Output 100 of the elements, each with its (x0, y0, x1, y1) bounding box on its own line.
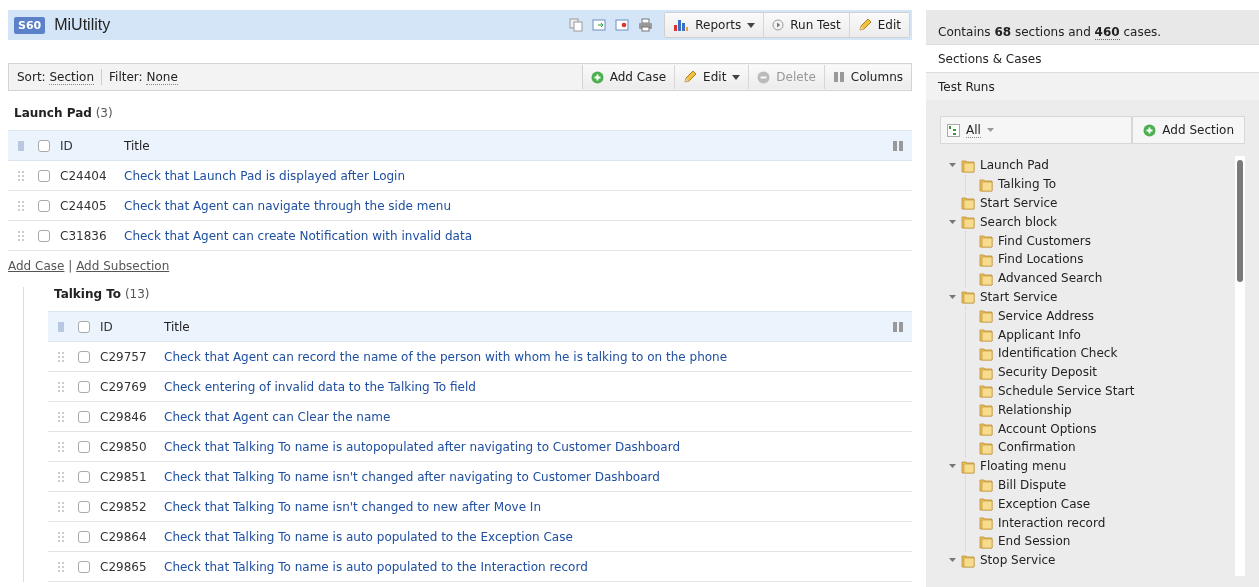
case-title-link[interactable]: Check that Agent can create Notification with invalid data (124, 228, 912, 243)
case-title-link[interactable]: Check that Talking To name isn't changed to new after Move In (164, 499, 912, 514)
tree-expanded-icon[interactable] (948, 558, 956, 563)
tree-item[interactable]: Launch Pad (980, 158, 1049, 173)
section-title: Talking To (13) (54, 287, 150, 301)
add-subsection-link[interactable]: Add Subsection (76, 259, 170, 273)
tree-item[interactable]: Interaction record (998, 515, 1106, 530)
pencil-icon (683, 70, 698, 84)
case-title-link[interactable]: Check that Agent can record the name of the person with whom he is talking to on the phone (164, 349, 912, 364)
row-checkbox[interactable] (78, 350, 90, 363)
run-test-button[interactable]: Run Test (763, 13, 849, 37)
add-case-link[interactable]: Add Case (8, 259, 65, 273)
print-icon[interactable] (638, 18, 654, 32)
tree-item[interactable]: Exception Case (998, 496, 1091, 511)
case-title-link[interactable]: Check entering of invalid data to the Talking To field (164, 379, 912, 394)
add-case-button[interactable]: Add Case (582, 65, 675, 89)
tree-item[interactable]: Stop Service (980, 553, 1056, 568)
tree-expanded-icon[interactable] (948, 219, 956, 224)
row-checkbox[interactable] (38, 199, 50, 212)
tree-item[interactable]: Find Customers (998, 233, 1091, 248)
edit-button[interactable]: Edit (674, 65, 749, 89)
tree-item[interactable]: Start Service (980, 196, 1058, 210)
row-checkbox[interactable] (78, 470, 90, 483)
case-id: C29850 (100, 439, 148, 454)
row-checkbox[interactable] (38, 229, 50, 242)
filter-label: Filter: (109, 70, 143, 84)
tree-item[interactable]: End Session (998, 534, 1071, 549)
select-all-checkbox[interactable] (38, 139, 50, 152)
plus-circle-icon (1143, 123, 1157, 137)
row-checkbox[interactable] (78, 530, 90, 543)
case-id: C29864 (100, 529, 148, 544)
case-title-link[interactable]: Check that Launch Pad is displayed after Login (124, 168, 912, 183)
copy-icon[interactable] (569, 18, 584, 32)
case-title-link[interactable]: Check that Agent can Clear the name (164, 409, 912, 424)
columns-button[interactable]: Columns (823, 65, 911, 89)
case-title-link[interactable]: Check that Talking To name is auto populated to the Interaction record (164, 559, 912, 574)
row-checkbox[interactable] (38, 169, 50, 182)
caret-icon (732, 74, 741, 80)
tree-item[interactable]: Advanced Search (998, 271, 1103, 286)
case-id: C29865 (100, 559, 148, 574)
folder-icon (979, 496, 993, 512)
tree-item[interactable]: Relationship (998, 402, 1072, 417)
folder-icon (979, 308, 993, 324)
columns-icon (892, 320, 904, 333)
tree-item[interactable]: Security Deposit (998, 365, 1097, 380)
project-title: MiUtility (54, 16, 112, 34)
edit-button[interactable]: Edit (848, 13, 909, 37)
case-id: C29769 (100, 379, 148, 394)
row-checkbox[interactable] (78, 410, 90, 423)
filter-dropdown[interactable]: All (966, 122, 981, 138)
tree-item[interactable]: Bill Dispute (998, 477, 1067, 492)
column-header: ID (100, 319, 114, 334)
folder-icon (979, 270, 993, 286)
tree-expanded-icon[interactable] (948, 294, 956, 299)
project-badge: S60 (14, 16, 46, 34)
reports-button[interactable]: Reports (665, 13, 764, 37)
column-header: ID (60, 138, 74, 153)
bar-chart-icon (673, 18, 690, 32)
tree-item[interactable]: Account Options (998, 421, 1097, 436)
scrollbar-thumb[interactable] (1237, 160, 1243, 282)
folder-icon (979, 345, 993, 361)
folder-icon (979, 533, 993, 549)
minus-circle-icon (757, 70, 771, 84)
tree-item[interactable]: Start Service (980, 289, 1058, 304)
tree-item[interactable]: Schedule Service Start (998, 383, 1135, 398)
select-all-checkbox[interactable] (78, 320, 90, 333)
folder-icon (961, 552, 975, 568)
case-title-link[interactable]: Check that Talking To name is auto populated to the Exception Case (164, 529, 912, 544)
tree-expanded-icon[interactable] (948, 163, 956, 168)
case-id: C29846 (100, 409, 148, 424)
case-title-link[interactable]: Check that Agent can navigate through the side menu (124, 198, 912, 213)
tree-item[interactable]: Floating menu (980, 459, 1067, 474)
case-id: C29757 (100, 349, 148, 364)
sort-link[interactable]: Section (49, 69, 95, 85)
tree-item[interactable]: Confirmation (998, 440, 1076, 455)
row-checkbox[interactable] (78, 440, 90, 453)
case-title-link[interactable]: Check that Talking To name is autopopulated after navigating to Customer Dashboard (164, 439, 912, 454)
tab[interactable]: Sections & Cases (926, 44, 1259, 72)
columns-icon (832, 71, 845, 83)
tab[interactable]: Test Runs (926, 72, 1259, 100)
tree-item[interactable]: Talking To (998, 177, 1056, 192)
row-checkbox[interactable] (78, 500, 90, 513)
export-icon[interactable] (592, 18, 607, 32)
filter-link[interactable]: None (146, 69, 178, 85)
case-title-link[interactable]: Check that Talking To name isn't changed after navigating to Customer Dashboard (164, 469, 912, 484)
tree-item[interactable]: Applicant Info (998, 327, 1081, 342)
tree-item[interactable]: Identification Check (998, 346, 1118, 361)
case-id: C24404 (60, 168, 108, 183)
tree-expanded-icon[interactable] (948, 464, 956, 469)
caret-icon (986, 128, 994, 132)
folder-icon (979, 421, 993, 437)
tree-item[interactable]: Service Address (998, 308, 1094, 323)
summary-text: Contains 68 sections and 460 cases. (926, 0, 1259, 44)
row-checkbox[interactable] (78, 560, 90, 573)
pencil-icon (857, 18, 872, 32)
row-checkbox[interactable] (78, 380, 90, 393)
folder-icon (979, 233, 993, 249)
tree-item[interactable]: Find Locations (998, 252, 1084, 267)
tree-item[interactable]: Search block (980, 214, 1057, 229)
import-icon[interactable] (615, 18, 630, 32)
